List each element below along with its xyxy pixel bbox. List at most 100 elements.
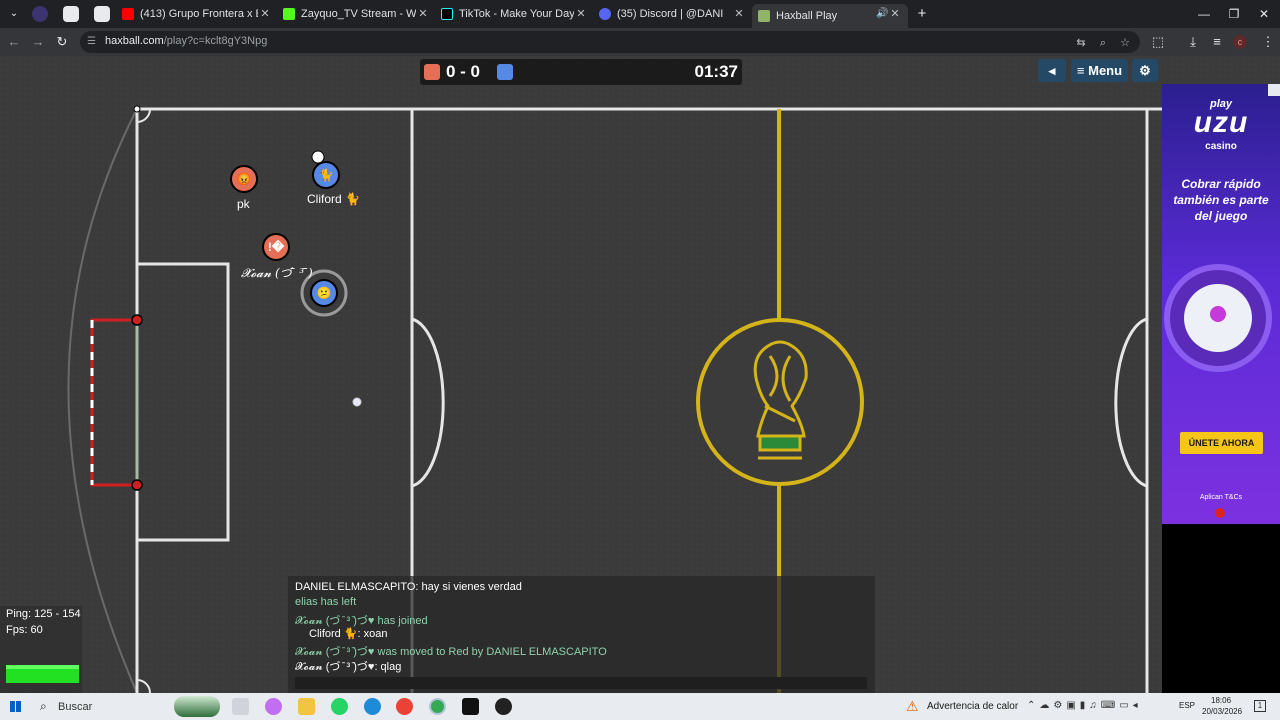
close-window-button[interactable]: ✕ — [1250, 4, 1278, 24]
settings-button[interactable]: ⚙ — [1132, 59, 1158, 82]
chrome-icon[interactable] — [396, 698, 413, 715]
player-disc-blue: 🐈 — [312, 161, 340, 189]
tab-kick[interactable]: Zayquo_TV Stream - Watch Live ✕ — [283, 4, 430, 24]
pinned-tab-icon[interactable] — [94, 6, 110, 22]
search-highlight-image[interactable] — [174, 696, 220, 717]
discord-icon — [599, 8, 611, 20]
tab-title: Haxball Play — [776, 10, 838, 22]
reading-list-icon[interactable]: ≡ — [1207, 32, 1227, 52]
browser-tab-strip: ⌄ (413) Grupo Frontera x Bad Bunny ✕ Zay… — [0, 0, 1280, 28]
copilot-icon[interactable] — [265, 698, 282, 715]
minimize-button[interactable]: — — [1190, 4, 1218, 24]
restore-button[interactable]: ❐ — [1220, 4, 1248, 24]
reload-button[interactable]: ↻ — [52, 32, 72, 52]
file-explorer-icon[interactable] — [298, 698, 315, 715]
player-name: pk — [237, 197, 250, 211]
sound-button[interactable]: ◂ — [1038, 59, 1066, 82]
more-menu-icon[interactable]: ⋮ — [1258, 32, 1278, 52]
pinned-tab-icon[interactable] — [32, 6, 48, 22]
zoom-icon[interactable]: ⌕ — [1095, 35, 1111, 51]
game-viewport[interactable]: 😡 pk 🐈 Cliford 🐈 !� 𝓧𝓸𝓪𝓷 (づ ̄ ³ ̄) 😕 0 -… — [0, 56, 1280, 693]
chat-message: DANIEL ELMASCAPITO: hay si vienes verdad — [295, 581, 522, 593]
chat-message: 𝓧𝓸𝓪𝓷 (づ ̄ ³ ̄)づ♥ was moved to Red by DAN… — [295, 646, 607, 658]
perf-stats: Ping: 125 - 154 Fps: 60 — [0, 606, 82, 693]
player-disc-blue: 😕 — [310, 279, 338, 307]
tab-haxball[interactable]: Haxball Play 🔊 ✕ — [752, 4, 908, 28]
new-tab-button[interactable]: + — [913, 5, 931, 23]
site-info-icon[interactable]: ☰ — [87, 36, 99, 48]
weather-text[interactable]: Advertencia de calor — [927, 701, 1018, 712]
close-icon[interactable]: ✕ — [574, 4, 588, 24]
pinned-tab-icon[interactable] — [63, 6, 79, 22]
tray-icons[interactable]: ⌃☁⚙▣▮♫⌨▭◂ — [1027, 700, 1142, 711]
menu-icon: ≡ — [1076, 63, 1085, 78]
chat-message: 𝓧𝓸𝓪𝓷 (づ ̄ ³ ̄)づ♥: qlag — [295, 661, 402, 673]
tab-title: Zayquo_TV Stream - Watch Live — [301, 8, 416, 20]
player-disc-red: !� — [262, 233, 290, 261]
tab-title: (35) Discord | @DANI — [617, 8, 724, 20]
chat-input[interactable] — [295, 677, 867, 689]
search-icon[interactable]: ⌕ — [40, 699, 47, 714]
scoreboard: 0 - 0 01:37 — [420, 59, 742, 85]
close-icon[interactable]: ✕ — [416, 4, 430, 24]
download-icon[interactable]: ⤓ — [1183, 32, 1203, 52]
tab-youtube[interactable]: (413) Grupo Frontera x Bad Bunny ✕ — [122, 4, 272, 24]
menu-label: Menu — [1088, 63, 1123, 78]
notification-icon[interactable]: 1 — [1254, 700, 1266, 712]
goal-post — [131, 479, 143, 491]
chrome-icon[interactable] — [429, 698, 446, 715]
close-icon[interactable]: ✕ — [888, 4, 902, 24]
translate-icon[interactable]: ⇆ — [1073, 35, 1089, 51]
ad-close-icon[interactable] — [1215, 508, 1225, 518]
whatsapp-icon[interactable] — [331, 698, 348, 715]
windows-taskbar: ⌕ Buscar ⚠ Advertencia de calor ⌃☁⚙▣▮♫⌨▭… — [0, 693, 1280, 720]
close-icon[interactable]: ✕ — [732, 4, 746, 24]
capcut-icon[interactable] — [462, 698, 479, 715]
taskbar-search[interactable]: Buscar — [58, 701, 92, 713]
address-bar[interactable]: ☰ haxball.com/play?c=kclt8gY3Npg ⇆ ⌕ ☆ — [80, 31, 1140, 53]
tab-title: (413) Grupo Frontera x Bad Bunny — [140, 8, 258, 20]
ad-margin — [1162, 524, 1280, 693]
windows-start-icon[interactable] — [10, 701, 21, 712]
close-icon[interactable]: ✕ — [258, 4, 272, 24]
player-name: 𝓧𝓸𝓪𝓷 (づ ̄ ³ ̄) — [241, 266, 313, 280]
speedometer-hub — [1210, 306, 1226, 322]
casino-ad[interactable]: play uzu casino Cobrar rápido también es… — [1162, 84, 1280, 524]
url-text: haxball.com/play?c=kclt8gY3Npg — [105, 35, 267, 47]
gear-icon: ⚙ — [1139, 63, 1151, 78]
bookmark-star-icon[interactable]: ☆ — [1117, 35, 1133, 51]
language-indicator[interactable]: ESP — [1179, 701, 1195, 710]
haxball-icon — [758, 10, 770, 22]
chat-panel: DANIEL ELMASCAPITO: hay si vienes verdad… — [288, 576, 875, 693]
join-now-button[interactable]: ÚNETE AHORA — [1180, 432, 1263, 454]
chat-message: elias has left — [295, 596, 357, 608]
app-icon[interactable] — [495, 698, 512, 715]
warning-icon: ⚠ — [906, 698, 919, 714]
chat-message: Cliford 🐈: xoan — [309, 628, 388, 640]
back-button[interactable]: ← — [4, 32, 24, 52]
browser-toolbar: ← → ↻ ☰ haxball.com/play?c=kclt8gY3Npg ⇆… — [0, 28, 1280, 56]
tab-tiktok[interactable]: TikTok - Make Your Day ✕ — [441, 4, 588, 24]
tab-list-icon[interactable]: ⌄ — [6, 6, 22, 22]
menu-button[interactable]: ≡ Menu — [1071, 59, 1128, 82]
extensions-icon[interactable]: ⬚ — [1148, 32, 1168, 52]
tab-discord[interactable]: (35) Discord | @DANI ✕ — [599, 4, 746, 24]
player-name: Cliford 🐈 — [307, 192, 360, 206]
ad-brand-sub: casino — [1205, 141, 1237, 152]
clock-date[interactable]: 20/03/2026 — [1202, 707, 1242, 716]
youtube-icon — [122, 8, 134, 20]
chat-message: 𝓧𝓸𝓪𝓷 (づ ̄ ³ ̄)づ♥ has joined — [295, 615, 428, 627]
speaker-icon[interactable]: 🔊 — [876, 8, 888, 19]
corner-post — [133, 105, 141, 113]
url-host: haxball.com — [105, 35, 164, 47]
blue-team-icon — [497, 64, 513, 80]
forward-button[interactable]: → — [28, 32, 48, 52]
edge-icon[interactable] — [364, 698, 381, 715]
task-view-icon[interactable] — [232, 698, 249, 715]
clock-time[interactable]: 18:06 — [1211, 696, 1231, 705]
fps-text: Fps: 60 — [6, 624, 43, 636]
ad-info-icon[interactable] — [1268, 84, 1280, 96]
fps-graph — [6, 665, 79, 683]
ad-footer: Aplican T&Cs — [1199, 494, 1243, 501]
profile-avatar[interactable]: c — [1233, 35, 1247, 49]
